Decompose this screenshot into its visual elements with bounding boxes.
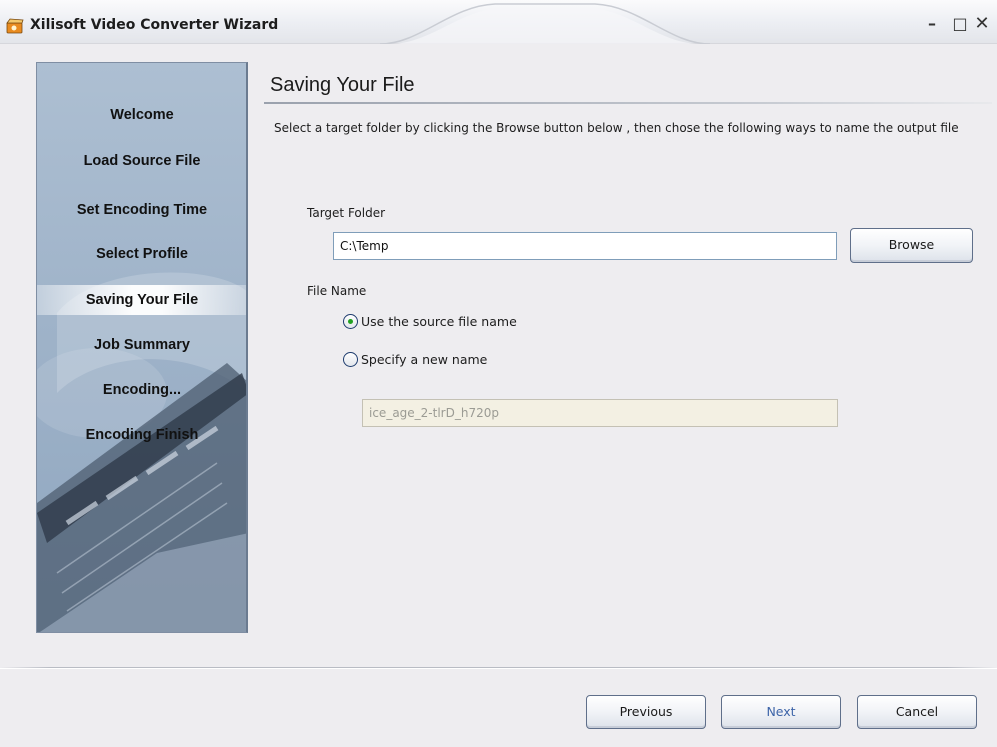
radio-selected-dot xyxy=(348,319,353,324)
step-set-encoding-time: Set Encoding Time xyxy=(76,202,208,218)
window-title: Xilisoft Video Converter Wizard xyxy=(30,17,279,33)
specify-new-name-label[interactable]: Specify a new name xyxy=(361,352,487,367)
title-bar[interactable]: Xilisoft Video Converter Wizard – □ ✕ xyxy=(0,0,997,44)
minimize-button[interactable]: – xyxy=(922,14,942,34)
wizard-steps-sidebar: Welcome Load Source File Set Encoding Ti… xyxy=(36,62,248,633)
step-encoding-finish: Encoding Finish xyxy=(85,427,199,443)
page-title: Saving Your File xyxy=(270,74,415,96)
step-welcome: Welcome xyxy=(110,107,174,123)
file-name-label: File Name xyxy=(307,284,367,298)
new-name-input[interactable]: ice_age_2-tlrD_h720p xyxy=(362,399,838,427)
title-bar-decoration xyxy=(380,3,710,44)
specify-new-name-radio[interactable] xyxy=(343,352,358,367)
maximize-button[interactable]: □ xyxy=(950,14,970,34)
cancel-button[interactable]: Cancel xyxy=(857,695,977,729)
step-saving-your-file: Saving Your File xyxy=(37,285,246,315)
close-button[interactable]: ✕ xyxy=(972,14,992,34)
next-button[interactable]: Next xyxy=(721,695,841,729)
target-folder-label: Target Folder xyxy=(307,206,386,220)
app-icon xyxy=(6,18,24,34)
instructions-text: Select a target folder by clicking the B… xyxy=(274,121,959,135)
step-job-summary: Job Summary xyxy=(94,337,190,353)
use-source-name-label[interactable]: Use the source file name xyxy=(361,314,517,329)
previous-button[interactable]: Previous xyxy=(586,695,706,729)
target-folder-input[interactable]: C:\Temp xyxy=(333,232,837,260)
footer-divider xyxy=(0,667,997,669)
heading-divider xyxy=(264,102,992,104)
step-load-source-file: Load Source File xyxy=(83,153,201,169)
browse-button[interactable]: Browse xyxy=(850,228,973,263)
step-select-profile: Select Profile xyxy=(96,246,188,262)
use-source-name-radio[interactable] xyxy=(343,314,358,329)
step-encoding: Encoding... xyxy=(102,382,182,398)
